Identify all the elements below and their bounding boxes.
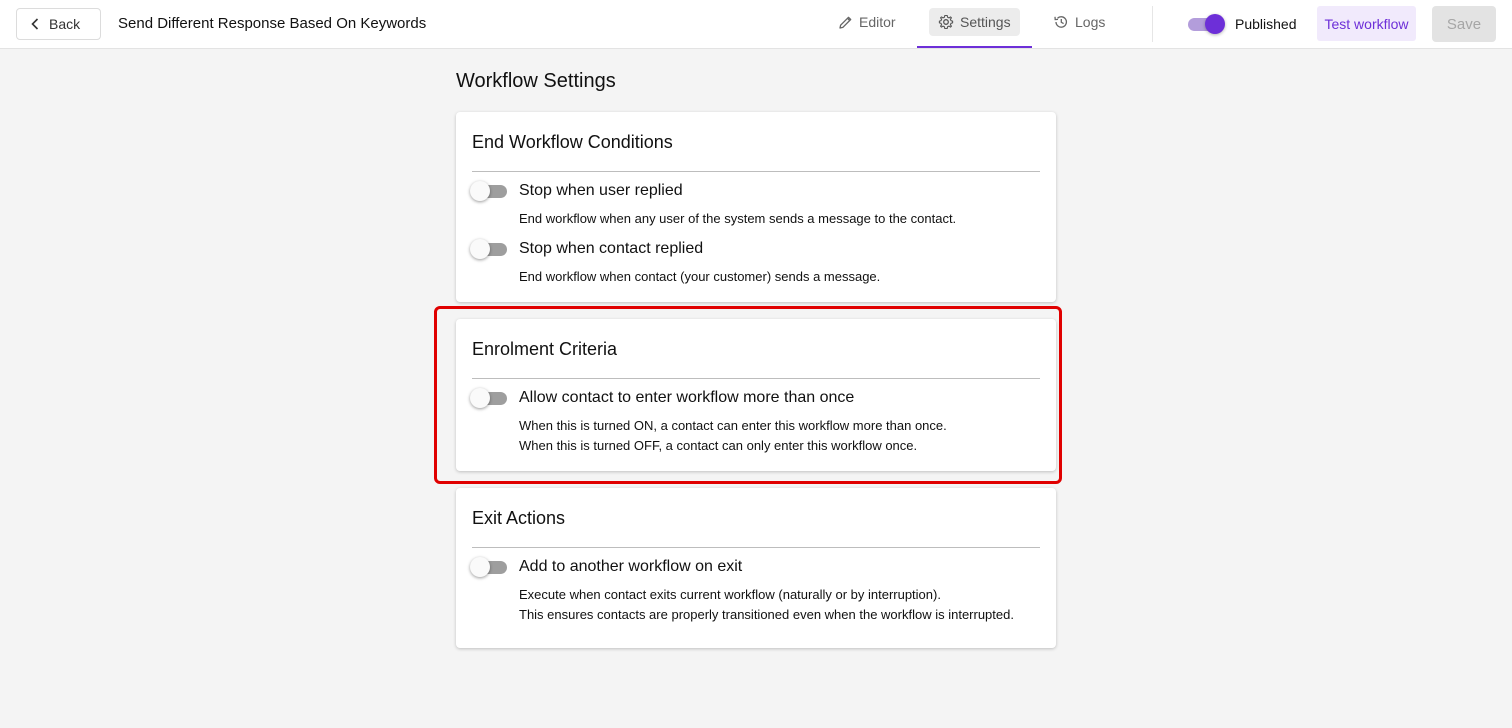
tab-editor-label: Editor <box>859 14 896 30</box>
pencil-icon <box>839 16 852 29</box>
top-bar: Back Send Different Response Based On Ke… <box>0 0 1512 49</box>
card-title: Exit Actions <box>472 508 566 528</box>
published-toggle[interactable] <box>1188 13 1226 35</box>
back-label: Back <box>49 16 81 32</box>
tab-logs-label: Logs <box>1075 14 1106 30</box>
end-workflow-conditions-card: End Workflow Conditions Stop when user r… <box>456 112 1056 302</box>
history-icon <box>1054 16 1068 28</box>
save-button[interactable]: Save <box>1432 6 1496 42</box>
option-label: Stop when contact replied <box>519 240 704 257</box>
tab-editor[interactable]: Editor <box>829 8 905 36</box>
option-description: End workflow when any user of the system… <box>519 211 957 226</box>
workflow-title: Send Different Response Based On Keyword… <box>118 15 427 32</box>
gear-icon <box>938 14 954 30</box>
option-label: Add to another workflow on exit <box>519 558 743 575</box>
card-title: End Workflow Conditions <box>472 132 673 152</box>
test-workflow-button[interactable]: Test workflow <box>1317 6 1416 41</box>
switch-knob <box>470 181 490 201</box>
header-divider <box>1152 6 1153 42</box>
stop-when-user-replied-switch[interactable] <box>470 180 510 202</box>
page-title: Workflow Settings <box>456 70 616 92</box>
option-description: End workflow when contact (your customer… <box>519 269 881 284</box>
tab-settings[interactable]: Settings <box>929 8 1020 36</box>
tab-logs[interactable]: Logs <box>1044 8 1114 36</box>
option-description: This ensures contacts are properly trans… <box>519 607 1014 622</box>
switch-knob <box>470 239 490 259</box>
option-description: Execute when contact exits current workf… <box>519 587 941 602</box>
card-divider <box>472 171 1040 172</box>
highlight-frame <box>434 306 1062 484</box>
add-to-another-workflow-switch[interactable] <box>470 556 510 578</box>
chevron-left-icon <box>31 18 39 30</box>
card-divider <box>472 547 1040 548</box>
option-label: Stop when user replied <box>519 182 683 199</box>
published-toggle-knob <box>1205 14 1225 34</box>
back-button[interactable]: Back <box>16 8 101 40</box>
published-label: Published <box>1235 16 1297 32</box>
tab-settings-label: Settings <box>960 14 1011 30</box>
exit-actions-card: Exit Actions Add to another workflow on … <box>456 488 1056 648</box>
active-tab-indicator <box>917 46 1032 48</box>
stop-when-contact-replied-switch[interactable] <box>470 238 510 260</box>
switch-knob <box>470 557 490 577</box>
